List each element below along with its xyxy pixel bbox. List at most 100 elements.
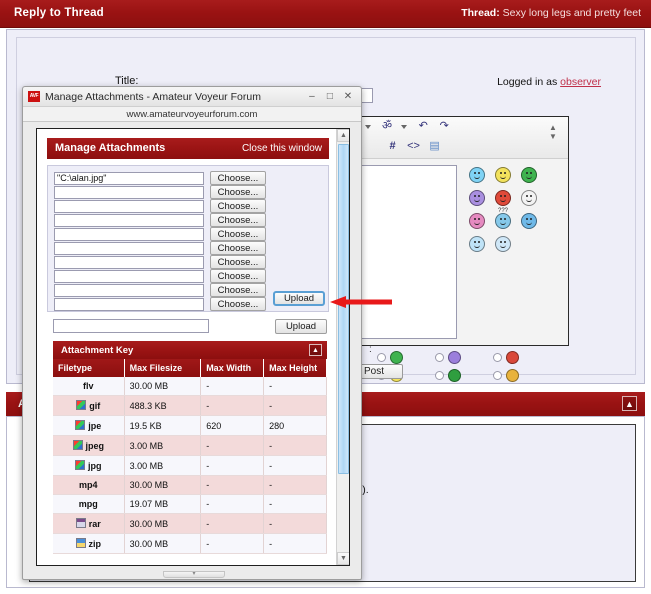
choose-button-9[interactable]: Choose... (210, 297, 266, 311)
filetype-label: rar (88, 519, 101, 529)
smiley-angry-red-icon[interactable] (495, 190, 511, 206)
column-header: Max Width (200, 359, 265, 377)
smiley-cool-sunglasses-icon[interactable] (469, 236, 485, 252)
file-path-input-8[interactable] (54, 283, 204, 297)
close-window-link[interactable]: Close this window (242, 143, 322, 154)
file-path-input-6[interactable] (54, 255, 204, 269)
filetype-label: jpeg (85, 441, 105, 451)
radio-input[interactable] (493, 353, 502, 362)
smiley-green-teeth-icon[interactable] (521, 167, 537, 183)
page-icon[interactable]: ▤ (427, 139, 442, 154)
file-path-input-0[interactable]: "C:\alan.jpg" (54, 171, 204, 185)
redo-icon[interactable]: ↷ (437, 119, 452, 134)
cell-filetype: jpg (53, 455, 125, 476)
cell-max-height: - (263, 435, 327, 456)
smiley-shocked-icon[interactable] (495, 236, 511, 252)
toolbar-overflow-icon[interactable]: ▲ ▼ (548, 123, 558, 149)
code-icon[interactable]: <> (406, 139, 421, 154)
choose-button-1[interactable]: Choose... (210, 185, 266, 199)
file-path-input-5[interactable] (54, 241, 204, 255)
cell-max-filesize: 30.00 MB (124, 533, 202, 554)
maximize-icon[interactable]: □ (323, 90, 337, 103)
file-row: Choose... (54, 241, 266, 255)
cell-max-height: - (263, 513, 327, 534)
radio-input[interactable] (377, 353, 386, 362)
radio-row[interactable] (493, 351, 519, 367)
column-header: Max Filesize (124, 359, 202, 377)
hash-icon[interactable]: # (385, 139, 400, 154)
cell-filetype: zip (53, 533, 125, 554)
collapse-up-icon[interactable]: ▲ (309, 344, 322, 356)
minimize-icon[interactable]: – (305, 90, 319, 103)
choose-button-8[interactable]: Choose... (210, 283, 266, 297)
file-path-input-3[interactable] (54, 213, 204, 227)
upload-button-url[interactable]: Upload (275, 319, 327, 334)
attach-icon[interactable]: ॐ (380, 119, 395, 134)
close-icon[interactable]: ✕ (341, 90, 355, 103)
scroll-up-arrow-icon[interactable]: ▲ (337, 129, 349, 142)
smiley-confused-blue-icon[interactable]: ??? (495, 208, 511, 229)
choose-button-0[interactable]: Choose... (210, 171, 266, 185)
filetype-label: jpg (88, 461, 102, 471)
img-file-icon (72, 440, 83, 450)
img-file-icon (75, 460, 86, 470)
forum-topbar: Reply to Thread Thread: Sexy long legs a… (0, 0, 651, 28)
cell-max-height: - (263, 395, 327, 416)
choose-button-2[interactable]: Choose... (210, 199, 266, 213)
radio-icon-purple-face[interactable] (448, 351, 461, 364)
scroll-down-arrow-icon[interactable]: ▼ (337, 552, 349, 565)
smiley-happy-yellow-icon[interactable] (495, 167, 511, 183)
radio-icon-red-face[interactable] (506, 351, 519, 364)
scrollbar-thumb[interactable] (338, 144, 349, 474)
radio-icon-green-ball[interactable] (390, 351, 403, 364)
logged-in-prefix: Logged in as (497, 76, 558, 88)
smiley-pink-icon[interactable] (469, 213, 485, 229)
chevron-down-icon-4[interactable] (364, 124, 371, 129)
page-scrollbar[interactable]: ▲ ▼ (336, 129, 349, 565)
attachment-key-section: Attachment Key ▲ Filetype Max Filesize Max… (53, 341, 327, 554)
radio-row[interactable] (435, 351, 461, 367)
table-row: rar 30.00 MB - - (53, 513, 327, 534)
attachments-page: Manage Attachments Close this window "C:… (37, 129, 337, 565)
window-titlebar[interactable]: AVF Manage Attachments - Amateur Voyeur … (23, 87, 361, 107)
cell-max-width: - (200, 395, 265, 416)
choose-button-7[interactable]: Choose... (210, 269, 266, 283)
filetype-label: mpg (78, 499, 98, 509)
choose-button-5[interactable]: Choose... (210, 241, 266, 255)
file-path-input-4[interactable] (54, 227, 204, 241)
radio-row[interactable] (493, 369, 519, 385)
file-path-input-1[interactable] (54, 185, 204, 199)
filetype-label: gif (89, 401, 101, 411)
smiley-tongue-white-icon[interactable] (521, 190, 537, 206)
cell-filetype: gif (53, 395, 125, 416)
smiley-purple-icon[interactable] (469, 190, 485, 206)
radio-input[interactable] (435, 353, 444, 362)
collapse-icon[interactable]: ▲ (622, 396, 637, 411)
radio-icon-thumbs-up[interactable] (506, 369, 519, 382)
file-path-input-9[interactable] (54, 297, 204, 311)
window-resize-grip[interactable]: ▾ (163, 571, 225, 578)
cell-max-filesize: 30.00 MB (124, 475, 202, 495)
choose-button-3[interactable]: Choose... (210, 213, 266, 227)
radio-input[interactable] (493, 371, 502, 380)
window-controls: – □ ✕ (304, 90, 355, 103)
radio-icon-green-arrow[interactable] (448, 369, 461, 382)
radio-row[interactable] (435, 369, 461, 385)
file-path-input-7[interactable] (54, 269, 204, 283)
manage-attachments-window: AVF Manage Attachments - Amateur Voyeur … (22, 86, 362, 580)
radio-group-colon: : (369, 344, 372, 355)
radio-input[interactable] (435, 371, 444, 380)
chevron-down-icon-5[interactable] (400, 124, 407, 129)
file-row: Choose... (54, 213, 266, 227)
smiley-wink-blue-icon[interactable] (521, 213, 537, 229)
file-path-input-2[interactable] (54, 199, 204, 213)
choose-button-4[interactable]: Choose... (210, 227, 266, 241)
table-row: jpg 3.00 MB - - (53, 455, 327, 476)
address-bar[interactable]: www.amateurvoyeurforum.com (23, 107, 361, 122)
undo-icon[interactable]: ↶ (416, 119, 431, 134)
url-attachment-input[interactable] (53, 319, 209, 333)
upload-button-primary[interactable]: Upload (273, 291, 325, 306)
username-link[interactable]: observer (560, 76, 601, 88)
choose-button-6[interactable]: Choose... (210, 255, 266, 269)
smiley-happy-blue-icon[interactable] (469, 167, 485, 183)
